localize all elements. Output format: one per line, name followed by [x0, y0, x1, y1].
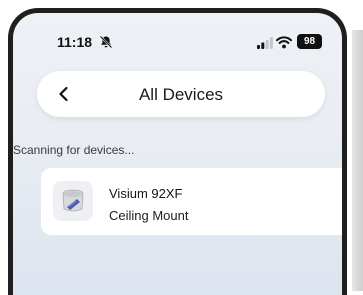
device-mount-type: Ceiling Mount — [109, 208, 189, 223]
status-time: 11:18 — [57, 34, 93, 50]
device-name: Visium 92XF — [109, 186, 183, 201]
scanning-status: Scanning for devices... — [13, 143, 135, 157]
page-title: All Devices — [138, 85, 224, 104]
wifi-icon — [276, 36, 292, 49]
screenshot-edge-shadow — [352, 30, 363, 291]
status-bar: 11:18 98 — [13, 13, 342, 57]
cellular-signal-icon — [257, 37, 273, 49]
device-thumbnail — [53, 181, 93, 221]
bell-slash-icon — [99, 35, 113, 49]
ceiling-sensor-icon — [62, 189, 84, 212]
device-card[interactable]: Visium 92XF Ceiling Mount — [41, 168, 342, 235]
battery-indicator: 98 — [297, 34, 322, 49]
phone-screen: 11:18 98 All Devices Scanning for device… — [8, 8, 347, 295]
header-bar: All Devices — [37, 71, 325, 117]
